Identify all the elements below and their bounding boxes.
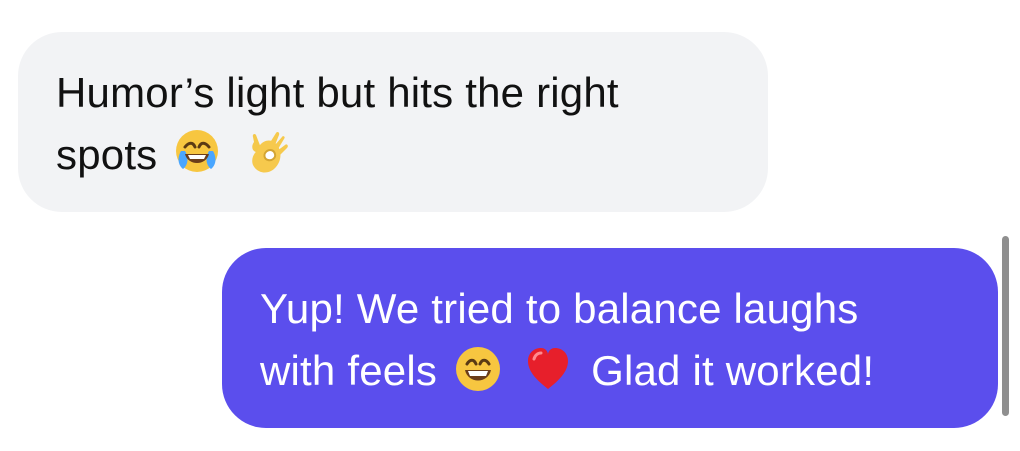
message-text-line-1: Yup! We tried to balance laughs xyxy=(260,285,859,332)
message-text-line-2: with feels Glad it worked! xyxy=(260,340,964,402)
message-text-line-2-text: spots xyxy=(56,131,158,178)
message-text-line-2: spots xyxy=(56,124,732,186)
tears-of-joy-emoji-icon xyxy=(176,129,219,172)
red-heart-emoji-icon xyxy=(528,347,569,389)
message-text-line-2-suffix: Glad it worked! xyxy=(591,347,875,394)
outgoing-message-bubble[interactable]: Yup! We tried to balance laughs with fee… xyxy=(222,248,998,428)
grinning-face-emoji-icon xyxy=(456,346,501,391)
incoming-message-bubble[interactable]: Humor’s light but hits the right spots xyxy=(18,32,768,212)
outgoing-emoji-group xyxy=(451,342,575,396)
message-text-line-2-prefix: with feels xyxy=(260,347,438,394)
ok-hand-emoji-icon xyxy=(252,131,289,173)
vertical-scrollbar[interactable] xyxy=(1002,236,1009,416)
incoming-emoji-group xyxy=(171,127,291,179)
chat-thread: Humor’s light but hits the right spots Y… xyxy=(0,0,1020,451)
message-text-line-1: Humor’s light but hits the right xyxy=(56,69,619,116)
